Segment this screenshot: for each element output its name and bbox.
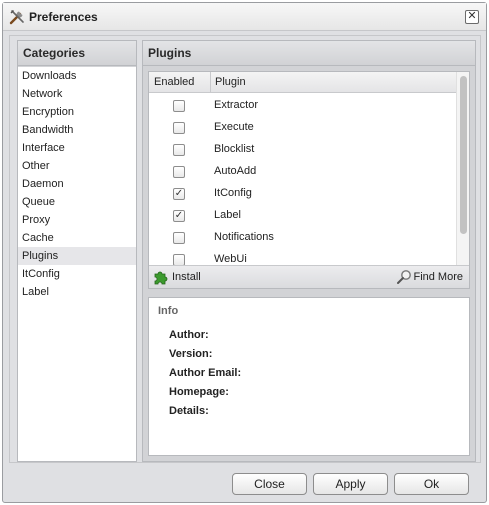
preferences-window: Preferences ✕ Categories Downloads Netwo… — [2, 2, 487, 503]
category-plugins[interactable]: Plugins — [18, 247, 136, 265]
close-icon[interactable]: ✕ — [465, 10, 479, 24]
plugin-row-notifications[interactable]: Notifications — [149, 226, 457, 248]
info-version-label: Version: — [169, 348, 213, 360]
categories-list: Downloads Network Encryption Bandwidth I… — [18, 67, 136, 461]
plugin-name: ItConfig — [214, 187, 252, 199]
plugin-row-blocklist[interactable]: Blocklist — [149, 138, 457, 160]
install-button[interactable]: Install — [153, 269, 201, 286]
column-header-plugin[interactable]: Plugin — [212, 72, 246, 93]
plugin-row-autoadd[interactable]: AutoAdd — [149, 160, 457, 182]
plugin-name: WebUi — [214, 253, 247, 265]
puzzle-icon — [154, 271, 168, 285]
plugin-row-label[interactable]: ✓ Label — [149, 204, 457, 226]
close-button[interactable]: Close — [232, 473, 307, 495]
category-itconfig[interactable]: ItConfig — [18, 265, 136, 283]
category-other[interactable]: Other — [18, 157, 136, 175]
plugin-row-webui[interactable]: WebUi — [149, 248, 457, 266]
find-more-button[interactable]: Find More — [396, 269, 463, 286]
preferences-body: Categories Downloads Network Encryption … — [9, 35, 481, 463]
plugins-scrollbar[interactable] — [456, 72, 469, 266]
categories-header: Categories — [18, 41, 136, 66]
plugin-row-itconfig[interactable]: ✓ ItConfig — [149, 182, 457, 204]
column-header-enabled[interactable]: Enabled — [149, 72, 211, 93]
plugin-name: Execute — [214, 121, 254, 133]
info-title: Info — [158, 305, 179, 317]
plugins-header: Plugins — [143, 41, 475, 66]
plugin-row-extractor[interactable]: Extractor — [149, 94, 457, 116]
category-bandwidth[interactable]: Bandwidth — [18, 121, 136, 139]
category-downloads[interactable]: Downloads — [18, 67, 136, 85]
enable-checkbox-autoadd[interactable] — [173, 166, 185, 178]
scrollbar-thumb[interactable] — [460, 76, 467, 234]
plugin-name: Notifications — [214, 231, 274, 243]
plugin-name: Extractor — [214, 99, 259, 111]
category-interface[interactable]: Interface — [18, 139, 136, 157]
plugin-name: AutoAdd — [214, 165, 257, 177]
plugin-info-panel: Info Author: Version: Author Email: Home… — [148, 297, 470, 456]
title-bar[interactable]: Preferences ✕ — [3, 3, 486, 31]
category-label[interactable]: Label — [18, 283, 136, 301]
enable-checkbox-blocklist[interactable] — [173, 144, 185, 156]
info-homepage-label: Homepage: — [169, 386, 229, 398]
plugin-row-execute[interactable]: Execute — [149, 116, 457, 138]
ok-button[interactable]: Ok — [394, 473, 469, 495]
magnifier-icon — [397, 270, 412, 284]
plugins-grid-rows: Extractor Execute Blocklist AutoAdd ✓ It… — [149, 94, 457, 266]
plugins-grid-header: Enabled Plugin — [149, 72, 457, 93]
plugin-name: Label — [214, 209, 241, 221]
install-label: Install — [172, 271, 201, 283]
window-title: Preferences — [29, 10, 98, 24]
info-fields: Author: Version: Author Email: Homepage:… — [169, 326, 241, 421]
category-proxy[interactable]: Proxy — [18, 211, 136, 229]
plugin-name: Blocklist — [214, 143, 255, 155]
find-more-label: Find More — [413, 271, 463, 283]
category-encryption[interactable]: Encryption — [18, 103, 136, 121]
category-network[interactable]: Network — [18, 85, 136, 103]
info-email-label: Author Email: — [169, 367, 242, 379]
enable-checkbox-execute[interactable] — [173, 122, 185, 134]
category-daemon[interactable]: Daemon — [18, 175, 136, 193]
plugins-panel: Plugins Enabled Plugin Extractor Execute — [142, 40, 476, 462]
enable-checkbox-notifications[interactable] — [173, 232, 185, 244]
info-author-label: Author: — [169, 329, 209, 341]
apply-button[interactable]: Apply — [313, 473, 388, 495]
enable-checkbox-label[interactable]: ✓ — [173, 210, 185, 222]
category-queue[interactable]: Queue — [18, 193, 136, 211]
enable-checkbox-itconfig[interactable]: ✓ — [173, 188, 185, 200]
enable-checkbox-extractor[interactable] — [173, 100, 185, 112]
tools-icon — [9, 10, 24, 25]
categories-panel: Categories Downloads Network Encryption … — [17, 40, 137, 462]
plugins-toolbar: Install Find More — [149, 265, 469, 288]
plugins-grid: Enabled Plugin Extractor Execute Blockli… — [148, 71, 470, 289]
info-details-label: Details: — [169, 405, 209, 417]
category-cache[interactable]: Cache — [18, 229, 136, 247]
